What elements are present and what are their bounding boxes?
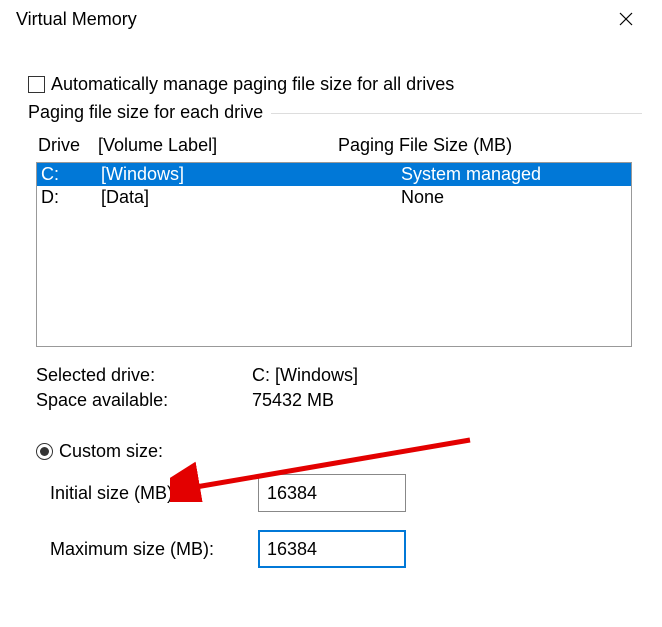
space-available-label: Space available:	[36, 390, 252, 411]
custom-size-radio[interactable]	[36, 443, 53, 460]
initial-size-row: Initial size (MB):	[36, 474, 632, 512]
close-icon	[619, 12, 633, 26]
maximum-size-row: Maximum size (MB):	[36, 530, 632, 568]
drive-letter: D:	[41, 187, 101, 208]
initial-size-input[interactable]	[258, 474, 406, 512]
auto-manage-label: Automatically manage paging file size fo…	[51, 74, 454, 95]
fieldset-legend: Paging file size for each drive	[28, 102, 271, 123]
drive-volume-label: [Windows]	[101, 164, 341, 185]
drive-volume-label: [Data]	[101, 187, 341, 208]
close-button[interactable]	[606, 4, 646, 34]
drive-paging-size: System managed	[341, 164, 627, 185]
selected-drive-label: Selected drive:	[36, 365, 252, 386]
auto-manage-checkbox-row[interactable]: Automatically manage paging file size fo…	[28, 74, 642, 95]
space-available-value: 75432 MB	[252, 390, 334, 411]
titlebar: Virtual Memory	[0, 0, 662, 38]
drive-letter: C:	[41, 164, 101, 185]
drive-list[interactable]: C: [Windows] System managed D: [Data] No…	[36, 162, 632, 347]
drive-row-c[interactable]: C: [Windows] System managed	[37, 163, 631, 186]
radio-dot-icon	[40, 447, 49, 456]
drive-info: Selected drive: C: [Windows] Space avail…	[36, 365, 632, 411]
paging-file-fieldset: Paging file size for each drive Drive [V…	[28, 113, 642, 568]
maximum-size-label: Maximum size (MB):	[36, 539, 258, 560]
auto-manage-checkbox[interactable]	[28, 76, 45, 93]
window-title: Virtual Memory	[16, 9, 137, 30]
header-drive: Drive	[38, 135, 98, 156]
dialog-content: Automatically manage paging file size fo…	[0, 38, 662, 578]
header-volume-label: [Volume Label]	[98, 135, 338, 156]
initial-size-label: Initial size (MB):	[36, 483, 258, 504]
maximum-size-input[interactable]	[258, 530, 406, 568]
drive-row-d[interactable]: D: [Data] None	[37, 186, 631, 209]
drive-list-header: Drive [Volume Label] Paging File Size (M…	[36, 135, 632, 162]
drive-paging-size: None	[341, 187, 627, 208]
selected-drive-value: C: [Windows]	[252, 365, 358, 386]
custom-size-radio-row[interactable]: Custom size:	[36, 441, 632, 462]
custom-size-label: Custom size:	[59, 441, 163, 462]
header-paging-size: Paging File Size (MB)	[338, 135, 630, 156]
